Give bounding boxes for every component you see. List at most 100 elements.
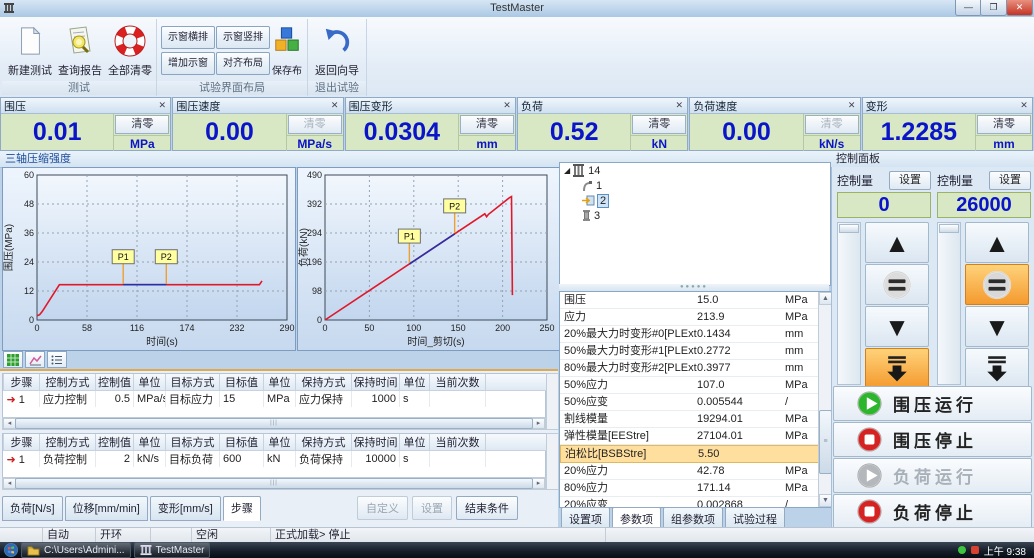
gauge-close-icon[interactable]: ✕ (674, 100, 684, 111)
save-layout-button[interactable]: 保存布局 (269, 22, 305, 80)
step-row[interactable]: ➜ 1负荷控制2kN/s目标负荷600kN负荷保持10000s (4, 451, 547, 468)
run-button-label: 围压停止 (893, 427, 977, 452)
gauge-clear-button[interactable]: 清零 (632, 115, 686, 134)
control-down-button-1[interactable]: ▼ (865, 306, 929, 347)
step-col-header: 保持方式 (296, 374, 352, 391)
gauge-close-icon[interactable]: ✕ (330, 100, 340, 111)
control-fast-down-button-1[interactable] (865, 348, 929, 389)
gauge-value: 0.0304 (346, 114, 458, 153)
tree-child-label[interactable]: 1 (596, 180, 602, 192)
tree-child-label[interactable]: 3 (594, 210, 600, 222)
steps-table1-vscrollbar[interactable] (546, 373, 559, 430)
add-window-button[interactable]: 增加示窗 (161, 52, 215, 75)
chart-zoom-button[interactable] (3, 351, 23, 368)
control-stop-button-1[interactable] (865, 264, 929, 305)
param-row[interactable]: 20%最大力时变形#0[PLExtn0]0.1434mm (560, 326, 819, 343)
gauge-clear-button[interactable]: 清零 (805, 115, 859, 134)
gauge-close-icon[interactable]: ✕ (157, 100, 167, 111)
back-to-wizard-button[interactable]: 返回向导 (312, 22, 362, 80)
new-test-button[interactable]: 新建测试 (5, 22, 55, 80)
maximize-button[interactable]: ❐ (980, 0, 1007, 16)
gauge-clear-button[interactable]: 清零 (460, 115, 514, 134)
gauge-close-icon[interactable]: ✕ (847, 100, 857, 111)
confining-run-button[interactable]: 围压运行 (833, 386, 1032, 421)
control-down-button-2[interactable]: ▼ (965, 306, 1029, 347)
svg-text:200: 200 (495, 323, 510, 333)
taskbar-item-testmaster[interactable]: TestMaster (134, 542, 211, 558)
clear-all-button[interactable]: 全部清零 (105, 22, 155, 80)
slider-thumb-2[interactable] (939, 224, 959, 233)
gauge-header: 围压✕ (1, 98, 170, 114)
windows-horizontal-button[interactable]: 示窗横排 (161, 26, 215, 49)
param-row[interactable]: 弹性模量[EEStre]27104.01MPa (560, 428, 819, 445)
param-row[interactable]: 50%应变0.005544/ (560, 394, 819, 411)
gauge-close-icon[interactable]: ✕ (1019, 100, 1029, 111)
set-button-1[interactable]: 设置 (889, 171, 931, 190)
control-up-button-2[interactable]: ▲ (965, 222, 1029, 263)
chart-curve-button[interactable] (25, 351, 45, 368)
param-unit: MPa (785, 428, 811, 444)
set-button-2[interactable]: 设置 (989, 171, 1031, 190)
param-row[interactable]: 80%最大力时变形#2[PLExtn2]0.3977mm (560, 360, 819, 377)
gauge-side: 清零mm (458, 114, 515, 153)
minimize-button[interactable]: — (955, 0, 982, 16)
gauge-panel-4: 负荷速度✕0.00清零kN/s (689, 97, 860, 151)
param-row[interactable]: 50%最大力时变形#1[PLExtn1]0.2772mm (560, 343, 819, 360)
load-stop-button[interactable]: 负荷停止 (833, 494, 1032, 529)
ribbon-group-layout: 示窗横排 示窗竖排 增加示窗 对齐布局 保存布局 试验界面布局 (157, 19, 308, 96)
hose-icon (582, 180, 593, 192)
system-tray[interactable]: 上午 9:38 (958, 543, 1026, 558)
gauge-clear-button[interactable]: 清零 (288, 115, 342, 134)
param-row[interactable]: 50%应力107.0MPa (560, 377, 819, 394)
params-vscrollbar[interactable]: ▲ ≡ ▼ (818, 292, 831, 507)
control-fast-down-button-2[interactable] (965, 348, 1029, 389)
tree-child-node-3[interactable]: 3 (560, 208, 830, 223)
param-row[interactable]: 80%应力171.14MPa (560, 480, 819, 497)
steps-table1-hscrollbar[interactable]: ◂▸||| (2, 417, 546, 430)
slider-track-2[interactable] (937, 222, 961, 385)
close-button[interactable]: ✕ (1006, 0, 1033, 16)
step-row[interactable]: ➜ 1应力控制0.5MPa/s目标应力15MPa应力保持1000s (4, 391, 547, 408)
svg-text:24: 24 (24, 257, 34, 267)
steps-table2-vscrollbar[interactable] (546, 433, 559, 490)
tree-child-node-2[interactable]: 2 (560, 193, 830, 208)
confining-stop-button[interactable]: 围压停止 (833, 422, 1032, 457)
param-row[interactable]: 应力213.9MPa (560, 309, 819, 326)
steps-action-button-2[interactable]: 结束条件 (456, 496, 518, 520)
query-report-button[interactable]: 查询报告 (55, 22, 105, 80)
gauge-row: 围压✕0.01清零MPa围压速度✕0.00清零MPa/s围压变形✕0.0304清… (0, 97, 1034, 151)
play-icon (856, 462, 883, 489)
tree-child-node-1[interactable]: 1 (560, 178, 830, 193)
tree-params-splitter[interactable]: ●●●●● (559, 284, 829, 291)
control-stop-button-2[interactable] (965, 264, 1029, 305)
tree-child-label[interactable]: 2 (597, 194, 609, 208)
svg-text:负荷(kN): 负荷(kN) (298, 228, 310, 267)
svg-text:时间_剪切(s): 时间_剪切(s) (407, 335, 464, 348)
chart-list-button[interactable] (47, 351, 67, 368)
slider-thumb-1[interactable] (839, 224, 859, 233)
gauge-clear-button[interactable]: 清零 (977, 115, 1031, 134)
steps-tab-3[interactable]: 步骤 (223, 496, 261, 521)
gauge-clear-button[interactable]: 清零 (115, 115, 169, 134)
start-button[interactable] (4, 543, 18, 557)
windows-vertical-button[interactable]: 示窗竖排 (216, 26, 270, 49)
svg-text:58: 58 (82, 323, 92, 333)
param-row[interactable]: 围压15.0MPa (560, 292, 819, 309)
steps-table2-hscrollbar[interactable]: ◂▸||| (2, 477, 546, 490)
steps-tab-2[interactable]: 变形[mm/s] (150, 496, 221, 521)
param-row[interactable]: 割线模量19294.01MPa (560, 411, 819, 428)
gauge-close-icon[interactable]: ✕ (502, 100, 512, 111)
slider-track-1[interactable] (837, 222, 861, 385)
tree-root-node[interactable]: ◢14 (560, 163, 830, 178)
run-button-stack: 围压运行围压停止负荷运行负荷停止 (833, 386, 1032, 530)
tree-expander-icon[interactable]: ◢ (564, 166, 570, 175)
param-row[interactable]: 泊松比[BSBStre]5.50 (560, 445, 819, 463)
gauge-header: 负荷速度✕ (690, 98, 859, 114)
taskbar-item-explorer[interactable]: C:\Users\Admini... (21, 542, 131, 558)
gauge-panel-5: 变形✕1.2285清零mm (862, 97, 1033, 151)
steps-tab-1[interactable]: 位移[mm/min] (65, 496, 148, 521)
control-up-button-1[interactable]: ▲ (865, 222, 929, 263)
align-layout-button[interactable]: 对齐布局 (216, 52, 270, 75)
steps-tab-0[interactable]: 负荷[N/s] (2, 496, 63, 521)
param-row[interactable]: 20%应力42.78MPa (560, 463, 819, 480)
